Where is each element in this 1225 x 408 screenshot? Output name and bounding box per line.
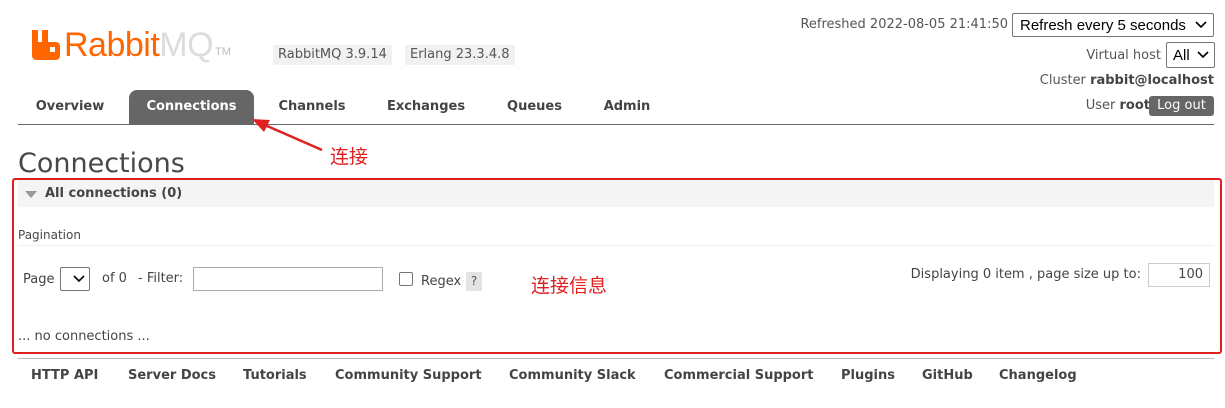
tab-connections[interactable]: Connections <box>129 90 254 124</box>
annotation-arrow-icon <box>252 119 323 152</box>
cluster-info: Cluster rabbit@localhost <box>1040 72 1214 90</box>
refreshed-timestamp: Refreshed 2022-08-05 21:41:50 <box>800 17 1008 32</box>
tab-queues[interactable]: Queues <box>494 90 575 124</box>
footer-link-github[interactable]: GitHub <box>922 367 973 385</box>
footer-link-server-docs[interactable]: Server Docs <box>128 367 216 385</box>
rabbitmq-version-badge: RabbitMQ 3.9.14 <box>273 45 392 65</box>
chevron-down-icon <box>1195 21 1207 29</box>
virtual-host-select[interactable]: All <box>1166 42 1215 68</box>
footer-link-commercial-support[interactable]: Commercial Support <box>664 367 814 385</box>
refresh-interval-select[interactable]: Refresh every 5 seconds <box>1012 13 1214 37</box>
footer-link-community-support[interactable]: Community Support <box>335 367 482 385</box>
footer-link-plugins[interactable]: Plugins <box>841 367 895 385</box>
logo-text-rabbit: Rabbit <box>64 26 160 64</box>
annotation-connections-note: 连接 <box>330 146 369 168</box>
logo-text-mq: MQ <box>159 26 214 64</box>
erlang-version-badge: Erlang 23.3.4.8 <box>405 45 515 65</box>
refresh-interval-value: Refresh every 5 seconds <box>1020 16 1186 34</box>
footer-divider <box>18 358 1214 359</box>
footer-link-http-api[interactable]: HTTP API <box>31 367 98 385</box>
annotation-highlight-box <box>12 178 1222 354</box>
tab-admin[interactable]: Admin <box>593 90 661 124</box>
rabbitmq-logo-icon <box>32 30 60 60</box>
page-title: Connections <box>18 148 185 179</box>
footer-link-changelog[interactable]: Changelog <box>999 367 1077 385</box>
virtual-host-label: Virtual host <box>1086 48 1161 63</box>
cluster-value: rabbit@localhost <box>1090 73 1214 88</box>
chevron-down-icon <box>1197 51 1209 59</box>
tab-overview[interactable]: Overview <box>18 90 122 124</box>
tab-exchanges[interactable]: Exchanges <box>373 90 479 124</box>
logo-trademark: TM <box>215 46 231 58</box>
footer-link-community-slack[interactable]: Community Slack <box>509 367 636 385</box>
virtual-host-value: All <box>1173 46 1190 64</box>
main-nav: Overview Connections Channels Exchanges … <box>18 90 1214 125</box>
cluster-label: Cluster <box>1039 73 1086 88</box>
rabbitmq-logo[interactable]: RabbitMQ TM <box>30 26 231 62</box>
footer-link-tutorials[interactable]: Tutorials <box>243 367 307 385</box>
